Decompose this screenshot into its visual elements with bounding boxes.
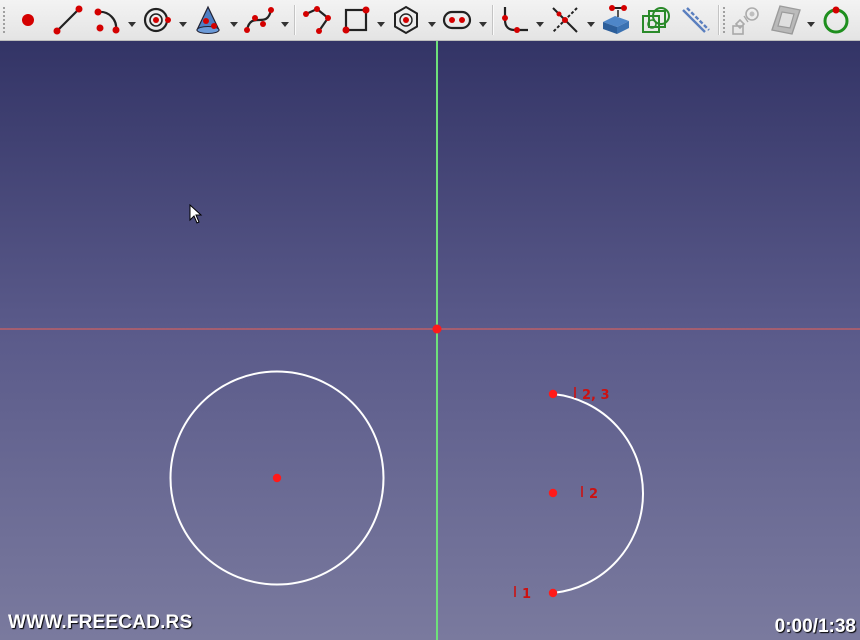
watermark: WWW.FREECAD.RS xyxy=(8,612,193,633)
circle-dropdown-icon[interactable] xyxy=(178,14,188,27)
sketch-bspline-icon[interactable] xyxy=(243,4,275,36)
mouse-cursor-icon xyxy=(189,203,203,224)
sketch-point-icon[interactable] xyxy=(12,4,44,36)
arc-end-point[interactable] xyxy=(548,588,558,598)
conic-dropdown-icon[interactable] xyxy=(229,14,239,27)
sketcher-toolbar xyxy=(0,0,860,41)
sketch-construction-toggle-icon[interactable] xyxy=(679,4,711,36)
fillet-dropdown-icon[interactable] xyxy=(535,14,545,27)
constraint-text-arc-start: 2, 3 xyxy=(582,388,610,403)
sketch-symmetry-icon[interactable] xyxy=(730,4,762,36)
sketch-rectangle-icon[interactable] xyxy=(340,4,372,36)
sketch-polygon-icon[interactable] xyxy=(390,4,422,36)
sketch-polyline-icon[interactable] xyxy=(301,4,333,36)
arc-center-point[interactable] xyxy=(548,488,558,498)
3d-viewport[interactable]: 2, 3 2 1 WWW.FREECAD.RS 0:00/1:38 xyxy=(0,41,860,640)
slot-dropdown-icon[interactable] xyxy=(478,14,488,27)
constraint-text-arc-end: 1 xyxy=(522,587,531,602)
sketch-fillet-icon[interactable] xyxy=(499,4,531,36)
trim-dropdown-icon[interactable] xyxy=(586,14,596,27)
sketch-line-icon[interactable] xyxy=(52,4,84,36)
circle-center-point[interactable] xyxy=(272,473,282,483)
arc-start-point[interactable] xyxy=(548,389,558,399)
sketch-circle-icon[interactable] xyxy=(140,4,172,36)
arc-dropdown-icon[interactable] xyxy=(127,14,137,27)
toolbar-separator xyxy=(294,5,296,35)
sketch-trim-icon[interactable] xyxy=(549,4,581,36)
toolbar-grip[interactable] xyxy=(722,6,726,34)
video-timer: 0:00/1:38 xyxy=(774,616,856,637)
constraint-label-arc-end: 1 xyxy=(514,586,531,602)
toolbar-separator xyxy=(718,5,720,35)
toolbar-grip[interactable] xyxy=(2,6,6,34)
toolbar-separator xyxy=(492,5,494,35)
constraint-label-arc-center: 2 xyxy=(581,486,598,502)
sketch-carbon-copy-icon[interactable] xyxy=(640,4,672,36)
sketch-arc-icon[interactable] xyxy=(92,4,124,36)
sketch-conic-icon[interactable] xyxy=(192,4,224,36)
sketch-external-geometry-icon[interactable] xyxy=(600,4,632,36)
polygon-dropdown-icon[interactable] xyxy=(427,14,437,27)
constraint-text-arc-center: 2 xyxy=(589,487,598,502)
bspline-dropdown-icon[interactable] xyxy=(280,14,290,27)
rectangle-dropdown-icon[interactable] xyxy=(376,14,386,27)
sketch-canvas[interactable]: 2, 3 2 1 xyxy=(0,41,860,640)
sketch-array-icon[interactable] xyxy=(770,4,802,36)
sketch-close-shape-icon[interactable] xyxy=(820,4,852,36)
sketch-slot-icon[interactable] xyxy=(441,4,473,36)
origin-point[interactable] xyxy=(432,324,442,334)
array-dropdown-icon[interactable] xyxy=(806,14,816,27)
